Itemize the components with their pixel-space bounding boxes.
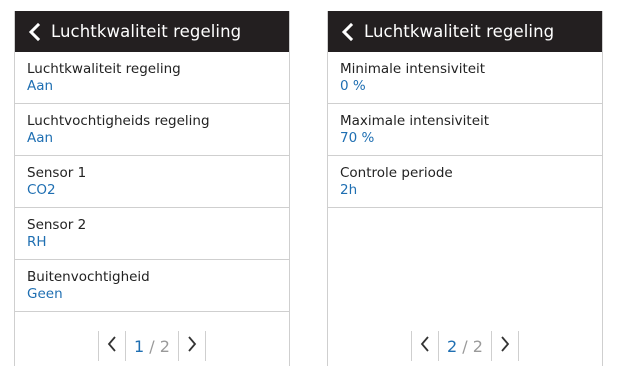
setting-item-controle-periode[interactable]: Controle periode 2h — [328, 156, 602, 208]
setting-value: 70 % — [340, 130, 375, 146]
settings-list: Minimale intensiviteit 0 % Maximale inte… — [328, 52, 602, 208]
setting-label: Sensor 2 — [27, 217, 87, 233]
setting-value: Aan — [27, 78, 54, 94]
back-chevron-icon[interactable] — [27, 22, 43, 42]
setting-value: 0 % — [340, 78, 366, 94]
setting-item-luchtvochtigheids-regeling[interactable]: Luchtvochtigheids regeling Aan — [15, 104, 289, 156]
pager-divider — [204, 331, 206, 361]
back-chevron-icon[interactable] — [340, 22, 356, 42]
settings-screen-page-1: Luchtkwaliteit regeling Luchtkwaliteit r… — [14, 11, 290, 366]
setting-item-minimale-intensiviteit[interactable]: Minimale intensiviteit 0 % — [328, 52, 602, 104]
settings-list: Luchtkwaliteit regeling Aan Luchtvochtig… — [15, 52, 289, 312]
next-page-button[interactable] — [179, 331, 205, 361]
pagination: 1 / 2 — [15, 326, 289, 366]
settings-screen-page-2: Luchtkwaliteit regeling Minimale intensi… — [327, 11, 603, 366]
total-pages: 2 — [159, 336, 170, 356]
pagination: 2 / 2 — [328, 326, 602, 366]
setting-value: 2h — [340, 182, 358, 198]
setting-value: Geen — [27, 286, 63, 302]
setting-label: Buitenvochtigheid — [27, 269, 150, 285]
total-pages: 2 — [472, 336, 483, 356]
page-title: Luchtkwaliteit regeling — [51, 22, 242, 41]
page-separator: / — [462, 336, 468, 356]
chevron-left-icon — [106, 335, 118, 357]
setting-item-sensor-1[interactable]: Sensor 1 CO2 — [15, 156, 289, 208]
prev-page-button[interactable] — [99, 331, 125, 361]
setting-item-luchtkwaliteit-regeling[interactable]: Luchtkwaliteit regeling Aan — [15, 52, 289, 104]
setting-label: Luchtkwaliteit regeling — [27, 61, 181, 77]
page-title: Luchtkwaliteit regeling — [364, 22, 555, 41]
chevron-right-icon — [499, 335, 511, 357]
setting-label: Maximale intensiviteit — [340, 113, 490, 129]
setting-item-buitenvochtigheid[interactable]: Buitenvochtigheid Geen — [15, 260, 289, 312]
page-indicator: 2 / 2 — [439, 337, 491, 356]
setting-value: CO2 — [27, 182, 56, 198]
chevron-left-icon — [419, 335, 431, 357]
setting-label: Sensor 1 — [27, 165, 87, 181]
setting-label: Controle periode — [340, 165, 453, 181]
setting-label: Luchtvochtigheids regeling — [27, 113, 210, 129]
next-page-button[interactable] — [492, 331, 518, 361]
pager-divider — [517, 331, 519, 361]
prev-page-button[interactable] — [412, 331, 438, 361]
current-page: 2 — [447, 336, 458, 356]
setting-item-maximale-intensiviteit[interactable]: Maximale intensiviteit 70 % — [328, 104, 602, 156]
header-bar: Luchtkwaliteit regeling — [328, 11, 602, 52]
header-bar: Luchtkwaliteit regeling — [15, 11, 289, 52]
setting-value: Aan — [27, 130, 54, 146]
setting-item-sensor-2[interactable]: Sensor 2 RH — [15, 208, 289, 260]
setting-value: RH — [27, 234, 47, 250]
page-indicator: 1 / 2 — [126, 337, 178, 356]
chevron-right-icon — [186, 335, 198, 357]
page-separator: / — [149, 336, 155, 356]
setting-label: Minimale intensiviteit — [340, 61, 486, 77]
current-page: 1 — [134, 336, 145, 356]
